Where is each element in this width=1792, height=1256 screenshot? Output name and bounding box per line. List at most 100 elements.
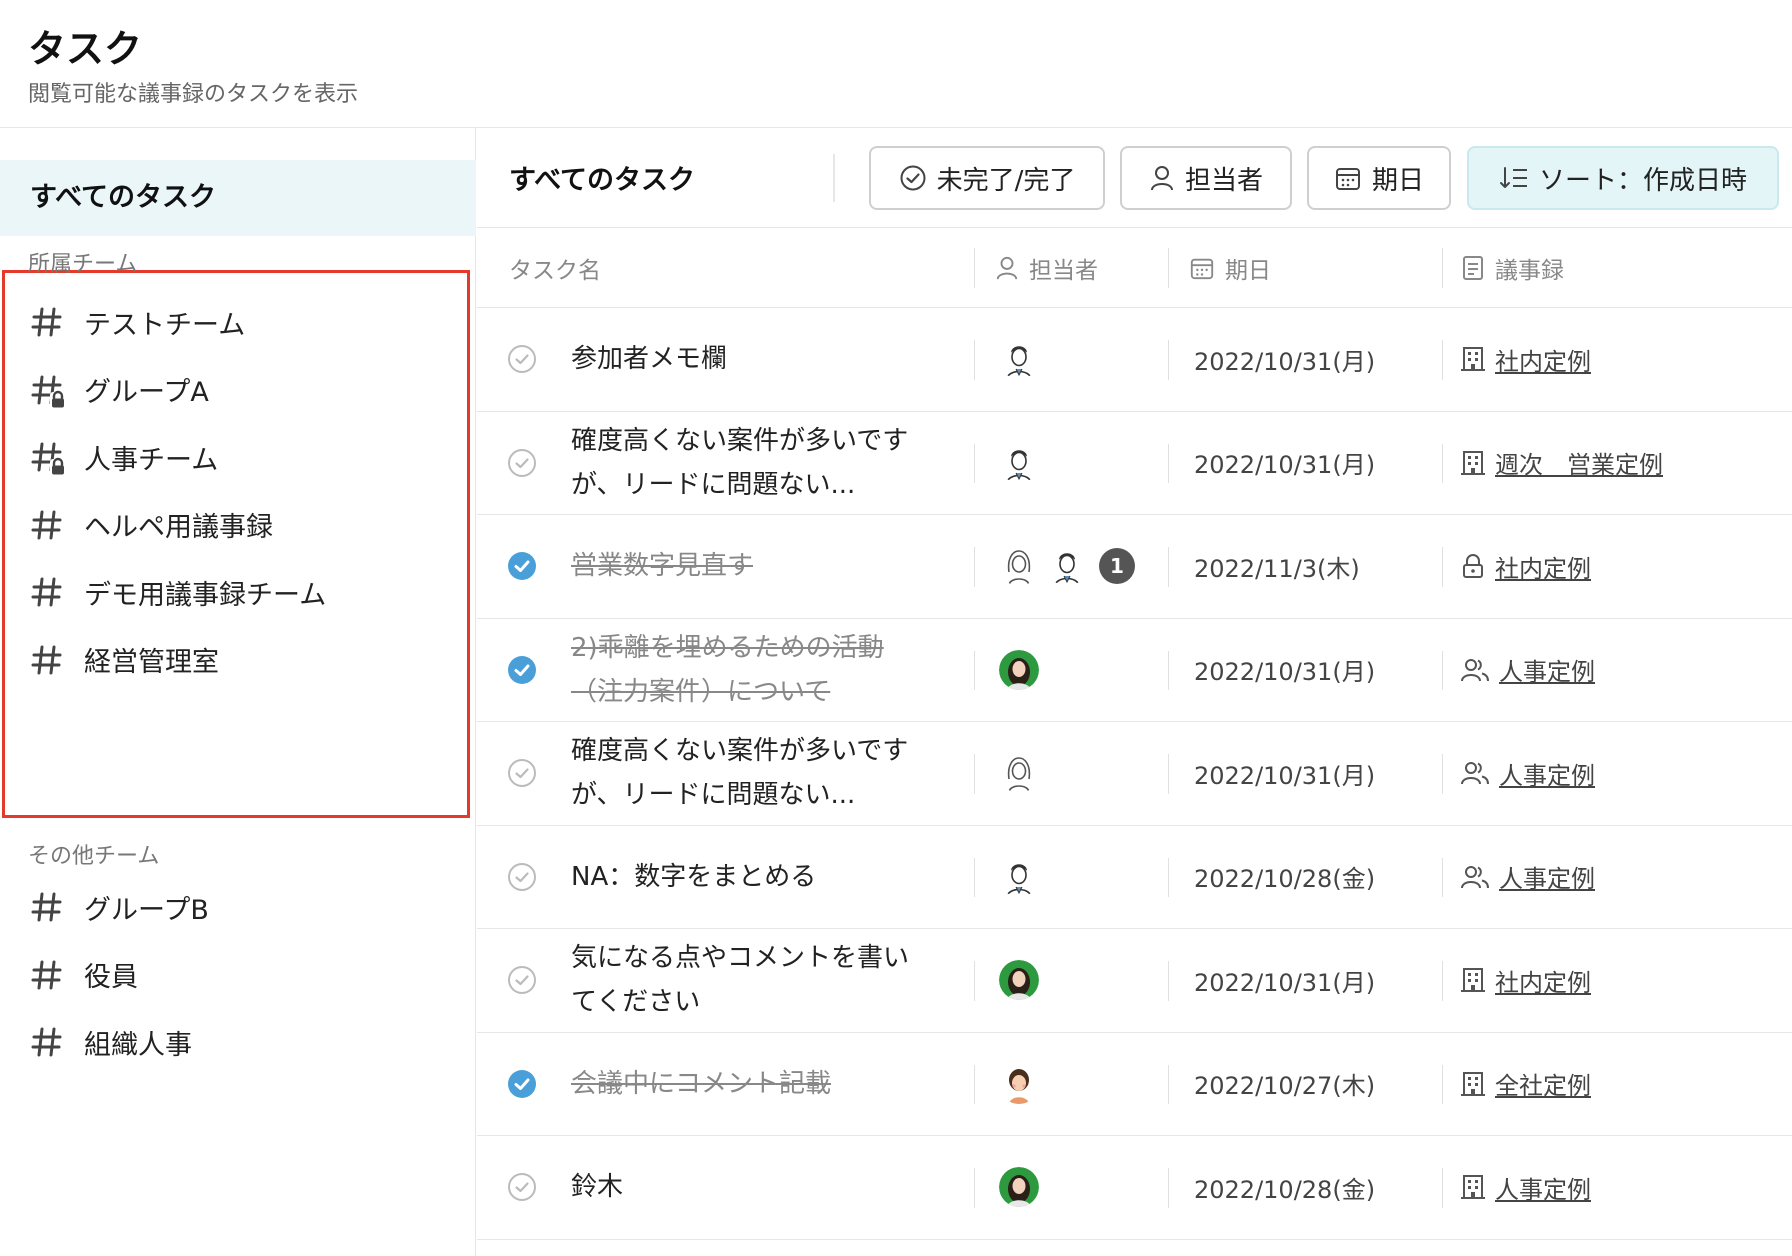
sort-label: ソート：作成日時 xyxy=(1538,165,1747,196)
column-divider xyxy=(1168,961,1169,1001)
minutes-link[interactable]: 社内定例 xyxy=(1495,342,1591,377)
avatar xyxy=(999,649,1047,690)
assignee-count-badge: 1 xyxy=(1099,548,1135,585)
assignee-cell[interactable] xyxy=(999,722,1047,825)
avatar xyxy=(999,960,1047,1001)
assignee-cell[interactable] xyxy=(999,826,1047,929)
sidebar-team-item[interactable]: デモ用議事録チーム xyxy=(28,568,448,616)
unchecked-circle-icon[interactable] xyxy=(507,929,537,1032)
minutes-link[interactable]: 人事定例 xyxy=(1499,756,1595,791)
checked-circle-icon[interactable] xyxy=(507,1033,537,1136)
column-header-due[interactable]: 期日 xyxy=(1189,228,1271,308)
sidebar-team-label: グループB xyxy=(84,894,209,926)
sort-button[interactable]: ソート：作成日時 xyxy=(1467,146,1779,210)
table-row[interactable]: 会議中にコメント記載 2022/10/27(木) 全社定例 xyxy=(477,1033,1792,1136)
toolbar: すべてのタスク 未完了/完了 担当者 期日 ソート：作成日時 xyxy=(477,128,1792,228)
column-divider xyxy=(1168,547,1169,587)
hash-icon xyxy=(28,505,68,545)
sidebar-team-label: デモ用議事録チーム xyxy=(84,579,327,611)
column-divider xyxy=(1168,857,1169,897)
checked-circle-icon[interactable] xyxy=(507,515,537,618)
toolbar-title: すべてのタスク xyxy=(509,165,696,196)
minutes-link[interactable]: 人事定例 xyxy=(1499,652,1595,687)
sidebar-team-item[interactable]: 組織人事 xyxy=(28,1018,448,1066)
minutes-link[interactable]: 人事定例 xyxy=(1499,859,1595,894)
column-header-assignee[interactable]: 担当者 xyxy=(995,228,1098,308)
sidebar-team-item[interactable]: ヘルペ用議事録 xyxy=(28,501,448,549)
task-name[interactable]: 気になる点やコメントを書いてください xyxy=(571,936,911,1024)
unchecked-circle-icon[interactable] xyxy=(507,722,537,825)
sidebar-team-item[interactable]: 経営管理室 xyxy=(28,636,448,684)
minutes-link[interactable]: 社内定例 xyxy=(1495,549,1591,584)
assignee-cell[interactable] xyxy=(999,619,1047,722)
section-other-teams: その他チーム xyxy=(28,844,160,869)
due-date: 2022/10/27(木) xyxy=(1194,1072,1376,1101)
calendar-icon xyxy=(1190,258,1214,280)
sidebar-team-item[interactable]: 役員 xyxy=(28,951,448,999)
task-name[interactable]: 会議中にコメント記載 xyxy=(571,1062,911,1106)
table-row[interactable]: 鈴木 2022/10/28(金) 人事定例 xyxy=(477,1136,1792,1240)
minutes-link[interactable]: 週次 営業定例 xyxy=(1495,445,1663,480)
column-divider xyxy=(1168,1168,1169,1208)
task-name[interactable]: 営業数字見直す xyxy=(571,544,911,588)
table-row[interactable]: 営業数字見直す 1 2022/11/3(木) 社内定例 xyxy=(477,515,1792,619)
status-filter-button[interactable]: 未完了/完了 xyxy=(869,146,1105,210)
assignee-filter-label: 担当者 xyxy=(1184,165,1263,196)
assignee-cell[interactable] xyxy=(999,1136,1047,1239)
sidebar-team-item[interactable]: グループA xyxy=(28,366,448,414)
sidebar-item-all-tasks[interactable]: すべてのタスク xyxy=(0,160,476,236)
hash-icon xyxy=(28,1022,68,1062)
minutes-link[interactable]: 全社定例 xyxy=(1495,1066,1591,1101)
due-filter-button[interactable]: 期日 xyxy=(1307,146,1451,210)
task-name[interactable]: 参加者メモ欄 xyxy=(571,337,911,381)
column-header-minutes[interactable]: 議事録 xyxy=(1461,228,1564,308)
assignee-cell[interactable]: 1 xyxy=(999,515,1135,618)
column-divider xyxy=(1168,340,1169,380)
assignee-cell[interactable] xyxy=(999,308,1047,411)
assignee-cell[interactable] xyxy=(999,1033,1047,1136)
people-icon xyxy=(1461,657,1489,683)
minutes-link[interactable]: 社内定例 xyxy=(1495,963,1591,998)
task-name[interactable]: 2)乖離を埋めるための活動（注力案件）について xyxy=(571,626,911,714)
checked-circle-icon[interactable] xyxy=(507,619,537,722)
lock-icon xyxy=(1461,553,1485,579)
column-divider xyxy=(974,340,975,380)
column-header-assignee-label: 担当者 xyxy=(1029,258,1098,284)
due-date: 2022/10/31(月) xyxy=(1194,451,1376,480)
assignee-cell[interactable] xyxy=(999,412,1047,515)
task-name[interactable]: 鈴木 xyxy=(571,1165,911,1209)
task-name[interactable]: 確度高くない案件が多いですが、リードに問題ない... xyxy=(571,419,911,507)
document-icon xyxy=(1463,256,1483,280)
table-row[interactable]: NA：数字をまとめる 2022/10/28(金) 人事定例 xyxy=(477,826,1792,929)
task-name[interactable]: NA：数字をまとめる xyxy=(571,855,911,899)
unchecked-circle-icon[interactable] xyxy=(507,826,537,929)
page-title: タスク xyxy=(28,27,143,71)
column-header-due-label: 期日 xyxy=(1225,258,1271,284)
unchecked-circle-icon[interactable] xyxy=(507,412,537,515)
task-name[interactable]: 確度高くない案件が多いですが、リードに問題ない... xyxy=(571,729,911,817)
avatar xyxy=(999,442,1047,483)
column-divider xyxy=(974,961,975,1001)
minutes-link[interactable]: 人事定例 xyxy=(1495,1170,1591,1205)
column-divider xyxy=(1442,443,1443,483)
sidebar-team-label: 人事チーム xyxy=(84,444,219,476)
due-date: 2022/10/31(月) xyxy=(1194,347,1376,376)
table-row[interactable]: 参加者メモ欄 2022/10/31(月) 社内定例 xyxy=(477,308,1792,412)
sidebar-team-item[interactable]: 人事チーム xyxy=(28,433,448,481)
unchecked-circle-icon[interactable] xyxy=(507,1136,537,1239)
due-date: 2022/10/31(月) xyxy=(1194,761,1376,790)
hash-icon xyxy=(28,887,68,927)
column-divider xyxy=(1168,1064,1169,1104)
table-row[interactable]: 確度高くない案件が多いですが、リードに問題ない... 2022/10/31(月) 週… xyxy=(477,412,1792,515)
assignee-cell[interactable] xyxy=(999,929,1047,1032)
sidebar-team-label: テストチーム xyxy=(84,309,246,341)
table-row[interactable]: 2)乖離を埋めるための活動（注力案件）について 2022/10/31(月) 人事定例 xyxy=(477,619,1792,722)
table-row[interactable]: 確度高くない案件が多いですが、リードに問題ない... 2022/10/31(月) 人… xyxy=(477,722,1792,826)
column-header-name[interactable]: タスク名 xyxy=(509,228,601,308)
table-row[interactable]: 気になる点やコメントを書いてください 2022/10/31(月) 社内定例 xyxy=(477,929,1792,1033)
sidebar-team-item[interactable]: テストチーム xyxy=(28,298,448,346)
unchecked-circle-icon[interactable] xyxy=(507,308,537,411)
assignee-filter-button[interactable]: 担当者 xyxy=(1120,146,1292,210)
sidebar-team-item[interactable]: グループB xyxy=(28,883,448,931)
person-icon xyxy=(996,256,1018,280)
